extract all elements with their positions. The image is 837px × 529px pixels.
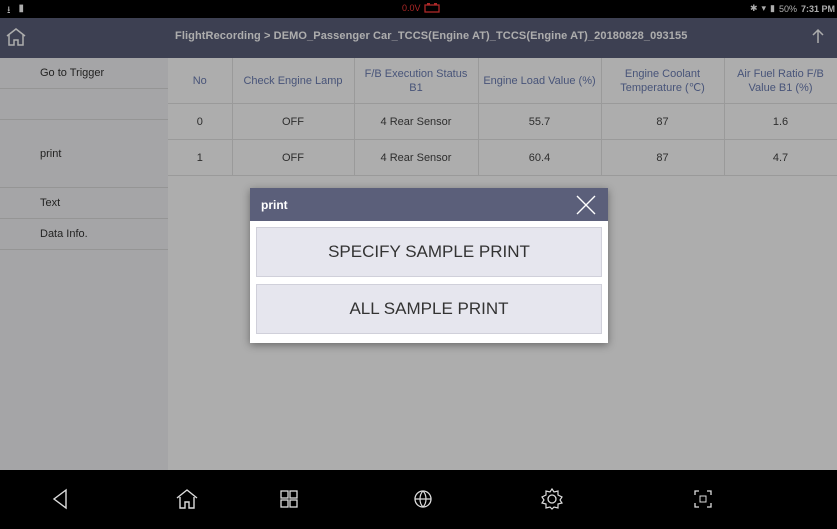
dialog-header: print <box>250 188 608 221</box>
all-sample-print-button[interactable]: ALL SAMPLE PRINT <box>256 284 602 334</box>
back-icon[interactable] <box>48 486 74 512</box>
globe-icon[interactable] <box>410 486 436 512</box>
specify-sample-print-button[interactable]: SPECIFY SAMPLE PRINT <box>256 227 602 277</box>
print-dialog: print SPECIFY SAMPLE PRINT ALL SAMPLE PR… <box>250 188 608 343</box>
home-icon[interactable] <box>174 486 200 512</box>
menu-grid-icon[interactable] <box>276 486 302 512</box>
screenshot-icon[interactable] <box>690 486 716 512</box>
dialog-title: print <box>261 198 288 212</box>
close-icon[interactable] <box>573 192 599 218</box>
navigation-bar <box>0 470 837 529</box>
settings-icon[interactable] <box>539 486 565 512</box>
